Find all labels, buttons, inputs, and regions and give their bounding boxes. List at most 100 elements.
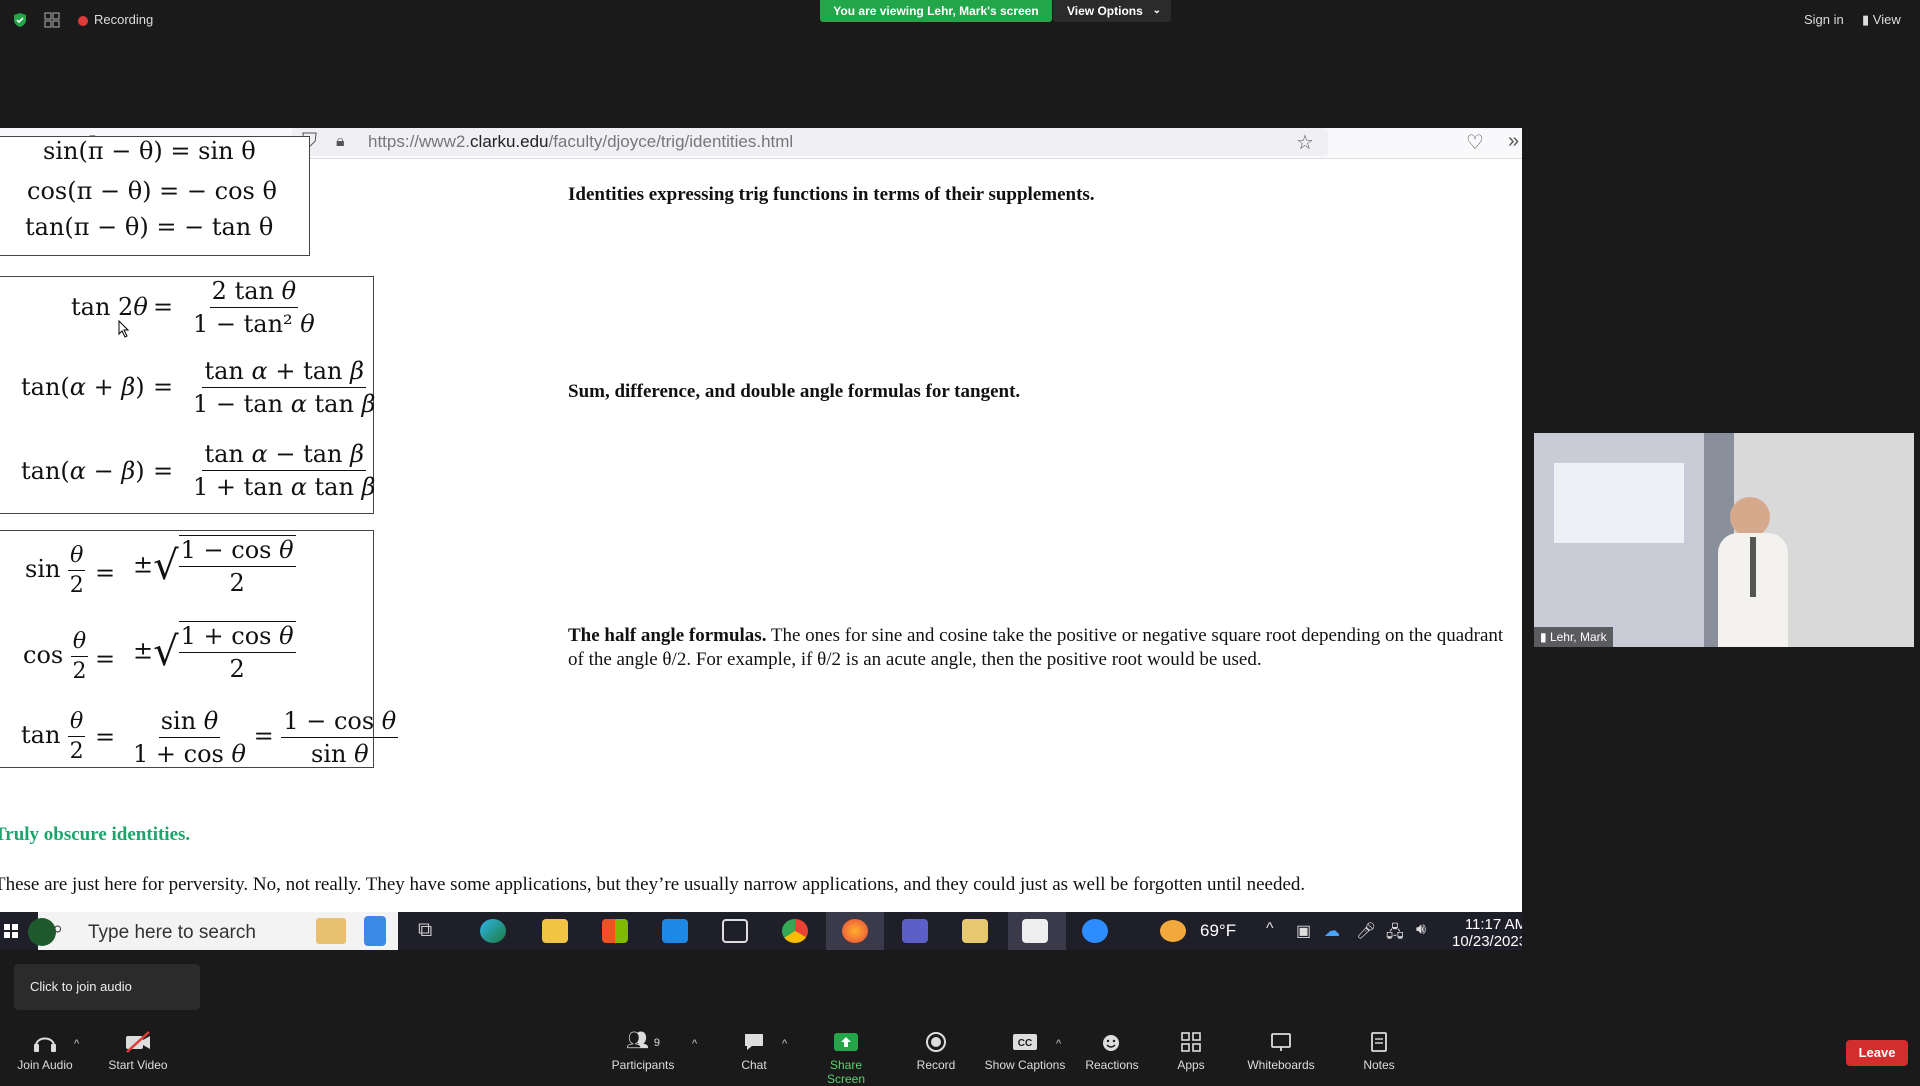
chrome-icon[interactable]	[782, 919, 808, 943]
participant-video-tile[interactable]	[1534, 433, 1914, 647]
join-audio-label: Join Audio	[17, 1058, 73, 1072]
supplement-description: Identities expressing trig functions in …	[568, 184, 1095, 205]
record-icon	[926, 1032, 946, 1052]
half-angle-description: The half angle formulas. The ones for si…	[568, 624, 1508, 672]
recording-dot-icon	[78, 16, 88, 26]
participants-chevron-icon[interactable]: ^	[692, 1038, 697, 1050]
taskbar-search-box[interactable]: ⌕ Type here to search	[38, 912, 398, 950]
app-cube-icon[interactable]	[722, 919, 748, 943]
reactions-button[interactable]: Reactions	[1084, 1030, 1140, 1072]
taskbar-clock[interactable]: 11:17 AM 10/23/2023	[1452, 916, 1522, 950]
leave-button[interactable]: Leave	[1846, 1040, 1908, 1066]
participants-button[interactable]: 👥︎ 9 Participants	[608, 1030, 678, 1072]
zoom-app-icon[interactable]	[1082, 919, 1108, 943]
half-angle-title: The half angle formulas.	[568, 625, 767, 646]
formula-tan-supplement: tan(π − θ) = − tan θ	[25, 213, 274, 241]
tangent-formula-box: tan 2θ = 2 tan θ1 − tan² θ tan(α + β) = …	[0, 276, 375, 514]
presenter-head	[1730, 497, 1770, 537]
chevron-down-icon: ⌄	[1152, 5, 1161, 16]
apps-label: Apps	[1177, 1058, 1205, 1072]
record-label: Record	[916, 1058, 956, 1072]
bookmark-star-icon[interactable]: ☆	[1296, 130, 1314, 155]
record-button[interactable]: Record	[914, 1030, 958, 1072]
headphones-icon	[34, 1037, 56, 1052]
pen-cursor-icon	[28, 918, 56, 946]
join-audio-button[interactable]: Join Audio	[14, 1030, 76, 1072]
chat-button[interactable]: Chat	[738, 1030, 770, 1072]
whiteboards-button[interactable]: Whiteboards	[1246, 1030, 1316, 1072]
app-hex-icon[interactable]	[962, 919, 988, 943]
network-icon[interactable]: 🖧	[1386, 921, 1404, 948]
windows-taskbar: ⌕ Type here to search ⧉ 69°F ^ ▣ ☁ 🎤︎ 🖧 …	[0, 912, 1522, 950]
whiteboards-label: Whiteboards	[1247, 1058, 1315, 1072]
view-button[interactable]: ▮ View	[1862, 12, 1901, 28]
pocket-icon[interactable]: ♡	[1466, 130, 1484, 155]
presenter-tie	[1750, 537, 1756, 597]
view-options-button[interactable]: View Options ⌄	[1053, 0, 1171, 22]
weather-temperature[interactable]: 69°F	[1200, 921, 1236, 941]
svg-text:CC: CC	[1018, 1038, 1032, 1049]
search-highlight-bag-icon	[364, 916, 386, 946]
start-video-button[interactable]: Start Video	[106, 1030, 170, 1072]
teams-icon[interactable]	[902, 919, 928, 943]
viewing-screen-banner: You are viewing Lehr, Mark's screen	[820, 0, 1052, 22]
tangent-description: Sum, difference, and double angle formul…	[568, 381, 1021, 402]
mail-icon[interactable]	[662, 919, 688, 943]
video-off-icon	[126, 1031, 150, 1053]
weather-icon	[1160, 920, 1186, 942]
chat-label: Chat	[741, 1058, 767, 1072]
captions-chevron-icon[interactable]: ^	[1056, 1038, 1061, 1050]
view-label: View	[1872, 12, 1901, 27]
chat-chevron-icon[interactable]: ^	[782, 1038, 787, 1050]
participant-name-label: ▮ Lehr, Mark	[1534, 627, 1613, 647]
mouse-cursor-icon	[118, 320, 130, 338]
formula-sin-half: sin θ2	[25, 543, 86, 598]
half-angle-formula-box: sin θ2 = ±√ 1 − cos θ2 cos θ2 = ±√ 1 + cos…	[0, 530, 399, 768]
taskbar-search-placeholder: Type here to search	[88, 922, 256, 943]
onedrive-icon[interactable]: ☁	[1324, 921, 1340, 941]
url-text: https://www2.clarku.edu/faculty/djoyce/t…	[368, 132, 794, 151]
firefox-icon[interactable]	[842, 919, 868, 943]
share-screen-button[interactable]: Share Screen	[810, 1030, 882, 1086]
extensions-icon[interactable]: »	[1508, 130, 1519, 153]
reactions-label: Reactions	[1085, 1058, 1139, 1072]
apps-button[interactable]: Apps	[1174, 1030, 1208, 1072]
audio-options-chevron-icon[interactable]: ^	[74, 1038, 79, 1050]
volume-icon[interactable]: 🔊︎	[1416, 921, 1426, 939]
participants-icon: 👥︎ 9	[626, 1030, 660, 1050]
windows-start-icon[interactable]	[4, 924, 18, 938]
lock-icon: 🔒︎	[336, 133, 345, 150]
tray-app-icon[interactable]: ▣	[1296, 921, 1311, 941]
participants-label: Participants	[611, 1058, 675, 1072]
whiteboard-icon	[1271, 1033, 1291, 1051]
chevron-up-icon[interactable]: ^	[1266, 920, 1274, 938]
formula-tan-double: tan 2θ	[71, 293, 148, 321]
formula-tan-half: tan θ2	[21, 709, 86, 764]
sign-in-button[interactable]: Sign in	[1804, 12, 1844, 27]
task-view-icon[interactable]: ⧉	[418, 919, 444, 943]
show-captions-button[interactable]: CC Show Captions	[984, 1030, 1066, 1072]
obscure-identities-heading: Truly obscure identities.	[0, 824, 191, 845]
obscure-identities-text: These are just here for perversity. No, …	[0, 874, 1306, 895]
shared-screen: → ↻ ⌂ ⛉ 🔒︎ https://www2.clarku.edu/facul…	[0, 128, 1522, 950]
share-screen-icon	[834, 1033, 858, 1051]
microphone-icon[interactable]: 🎤︎	[1356, 921, 1376, 941]
edge-browser-icon[interactable]	[480, 919, 506, 943]
formula-tan-sum: tan(α + β)	[21, 373, 145, 401]
file-explorer-icon[interactable]	[542, 919, 568, 943]
clock-time: 11:17 AM	[1464, 916, 1522, 933]
grid-view-icon[interactable]	[44, 12, 60, 28]
security-shield-icon[interactable]	[12, 12, 28, 28]
recording-label: Recording	[94, 12, 154, 27]
clock-date: 10/23/2023	[1452, 933, 1522, 950]
notes-button[interactable]: Notes	[1362, 1030, 1396, 1072]
app-figure-icon[interactable]	[1022, 919, 1048, 943]
supplement-formula-box: sin(π − θ) = sin θ cos(π − θ) = − cos θ …	[0, 136, 310, 256]
microsoft-store-icon[interactable]	[602, 919, 628, 943]
formula-tan-difference: tan(α − β)	[21, 457, 145, 485]
meeting-controls-bar: Join Audio ^ Start Video 👥︎ 9 Participan…	[0, 1010, 1920, 1086]
show-captions-label: Show Captions	[984, 1058, 1066, 1072]
view-options-label: View Options	[1067, 4, 1143, 18]
meeting-top-bar: Recording You are viewing Lehr, Mark's s…	[0, 0, 1920, 40]
search-highlight-icon	[316, 918, 346, 944]
